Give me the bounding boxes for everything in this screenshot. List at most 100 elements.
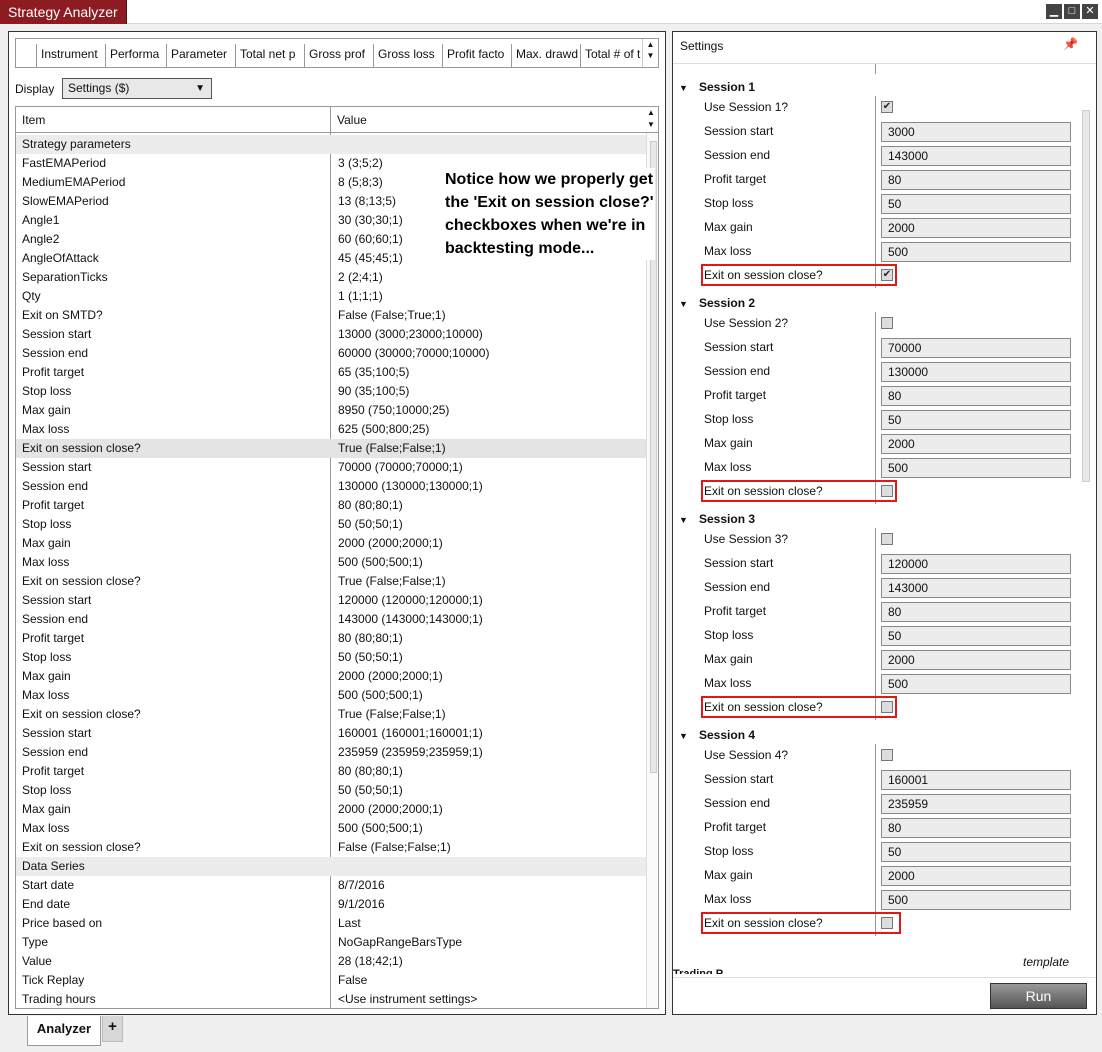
setting-textbox[interactable]: 235959 — [881, 794, 1071, 814]
grid-column-header[interactable]: Instrument — [36, 44, 105, 67]
session-section-header[interactable]: ▼ Session 4 — [679, 728, 755, 742]
use-session-checkbox[interactable]: ✔ — [881, 101, 893, 113]
tab-analyzer[interactable]: Analyzer — [27, 1016, 101, 1046]
triangle-down-icon[interactable]: ▼ — [679, 515, 699, 525]
maximize-icon[interactable]: □ — [1064, 4, 1080, 19]
property-row[interactable]: Exit on SMTD? False (False;True;1) — [16, 306, 646, 325]
setting-textbox[interactable]: 50 — [881, 842, 1071, 862]
run-button[interactable]: Run — [990, 983, 1087, 1009]
setting-textbox[interactable]: 130000 — [881, 362, 1071, 382]
grid-column-header[interactable]: Parameter — [166, 44, 235, 67]
property-row[interactable]: Type NoGapRangeBarsType — [16, 933, 646, 952]
setting-textbox[interactable]: 2000 — [881, 434, 1071, 454]
property-row[interactable]: Exit on session close? True (False;False;… — [16, 439, 646, 458]
session-section-header[interactable]: ▼ Session 1 — [679, 80, 755, 94]
property-row[interactable]: Trading hours <Use instrument settings> — [16, 990, 646, 1008]
setting-textbox[interactable]: 80 — [881, 386, 1071, 406]
category-row[interactable]: Data Series — [16, 857, 646, 876]
property-grid-scrollbar[interactable] — [646, 133, 658, 1008]
property-row[interactable]: Session start 70000 (70000;70000;1) — [16, 458, 646, 477]
session-section-header[interactable]: ▼ Session 3 — [679, 512, 755, 526]
setting-textbox[interactable]: 50 — [881, 194, 1071, 214]
property-row[interactable]: Exit on session close? True (False;False;… — [16, 572, 646, 591]
setting-textbox[interactable]: 50 — [881, 626, 1071, 646]
property-row[interactable]: SeparationTicks 2 (2;4;1) — [16, 268, 646, 287]
property-row[interactable]: Profit target 80 (80;80;1) — [16, 629, 646, 648]
use-session-checkbox[interactable] — [881, 317, 893, 329]
property-row[interactable]: Max loss 625 (500;800;25) — [16, 420, 646, 439]
column-header-value[interactable]: Value — [337, 113, 367, 127]
pin-icon[interactable]: 📌 — [1063, 37, 1078, 51]
property-row[interactable]: Max loss 500 (500;500;1) — [16, 819, 646, 838]
property-row[interactable]: Profit target 65 (35;100;5) — [16, 363, 646, 382]
grid-column-header[interactable]: Max. drawd — [511, 44, 580, 67]
use-session-checkbox[interactable] — [881, 749, 893, 761]
column-divider[interactable] — [330, 107, 331, 133]
grid-column-header[interactable]: Total net p — [235, 44, 304, 67]
property-row[interactable]: Exit on session close? True (False;False;… — [16, 705, 646, 724]
property-row[interactable]: Price based on Last — [16, 914, 646, 933]
property-row[interactable]: Exit on session close? False (False;False… — [16, 838, 646, 857]
property-row[interactable]: Stop loss 50 (50;50;1) — [16, 515, 646, 534]
setting-textbox[interactable]: 80 — [881, 602, 1071, 622]
setting-textbox[interactable]: 160001 — [881, 770, 1071, 790]
setting-textbox[interactable]: 70000 — [881, 338, 1071, 358]
property-row[interactable]: Max gain 2000 (2000;2000;1) — [16, 534, 646, 553]
setting-textbox[interactable]: 2000 — [881, 218, 1071, 238]
category-row[interactable]: Strategy parameters — [16, 135, 646, 154]
property-row[interactable]: Tick Replay False — [16, 971, 646, 990]
property-row[interactable]: Session end 130000 (130000;130000;1) — [16, 477, 646, 496]
setting-textbox[interactable]: 143000 — [881, 578, 1071, 598]
property-row[interactable]: Session end 60000 (30000;70000;10000) — [16, 344, 646, 363]
grid-scroll-arrows-icon[interactable]: ▲ ▼ — [642, 39, 658, 67]
header-scroll-arrows-icon[interactable]: ▲ ▼ — [644, 107, 658, 131]
property-row[interactable]: Session end 143000 (143000;143000;1) — [16, 610, 646, 629]
property-row[interactable]: Stop loss 50 (50;50;1) — [16, 648, 646, 667]
property-row[interactable]: Session start 120000 (120000;120000;1) — [16, 591, 646, 610]
setting-textbox[interactable]: 500 — [881, 458, 1071, 478]
add-tab-button[interactable]: + — [102, 1016, 123, 1042]
property-row[interactable]: Profit target 80 (80;80;1) — [16, 762, 646, 781]
property-row[interactable]: Max loss 500 (500;500;1) — [16, 686, 646, 705]
property-row[interactable]: Max gain 2000 (2000;2000;1) — [16, 667, 646, 686]
property-row[interactable]: Session start 160001 (160001;160001;1) — [16, 724, 646, 743]
property-row[interactable]: Stop loss 50 (50;50;1) — [16, 781, 646, 800]
property-row[interactable]: Session start 13000 (3000;23000;10000) — [16, 325, 646, 344]
minimize-icon[interactable]: ▁ — [1046, 4, 1062, 19]
property-row[interactable]: End date 9/1/2016 — [16, 895, 646, 914]
grid-column-header[interactable]: Profit facto — [442, 44, 511, 67]
property-row[interactable]: Value 28 (18;42;1) — [16, 952, 646, 971]
setting-textbox[interactable]: 500 — [881, 242, 1071, 262]
property-row[interactable]: Start date 8/7/2016 — [16, 876, 646, 895]
setting-textbox[interactable]: 120000 — [881, 554, 1071, 574]
display-select[interactable]: Settings ($) ▼ — [62, 78, 212, 99]
setting-textbox[interactable]: 500 — [881, 674, 1071, 694]
property-row[interactable]: Qty 1 (1;1;1) — [16, 287, 646, 306]
grid-column-header[interactable]: Gross prof — [304, 44, 373, 67]
property-row[interactable]: Max gain 8950 (750;10000;25) — [16, 401, 646, 420]
scrollbar-thumb[interactable] — [1082, 110, 1090, 482]
property-row[interactable]: Max loss 500 (500;500;1) — [16, 553, 646, 572]
property-row[interactable]: Session end 235959 (235959;235959;1) — [16, 743, 646, 762]
triangle-down-icon[interactable]: ▼ — [679, 731, 699, 741]
grid-column-header[interactable]: Performa — [105, 44, 174, 67]
session-section-header[interactable]: ▼ Session 2 — [679, 296, 755, 310]
grid-column-header[interactable]: Gross loss — [373, 44, 442, 67]
settings-scrollbar[interactable] — [1079, 64, 1092, 974]
template-link[interactable]: template — [1023, 955, 1069, 969]
setting-textbox[interactable]: 2000 — [881, 650, 1071, 670]
close-icon[interactable]: ✕ — [1082, 4, 1098, 19]
setting-textbox[interactable]: 143000 — [881, 146, 1071, 166]
setting-textbox[interactable]: 2000 — [881, 866, 1071, 886]
column-header-item[interactable]: Item — [22, 113, 45, 127]
setting-textbox[interactable]: 80 — [881, 170, 1071, 190]
setting-textbox[interactable]: 3000 — [881, 122, 1071, 142]
setting-textbox[interactable]: 500 — [881, 890, 1071, 910]
property-row[interactable]: Profit target 80 (80;80;1) — [16, 496, 646, 515]
property-row[interactable]: Max gain 2000 (2000;2000;1) — [16, 800, 646, 819]
triangle-down-icon[interactable]: ▼ — [679, 299, 699, 309]
grid-column-header[interactable]: Total # of t — [580, 44, 649, 67]
setting-textbox[interactable]: 50 — [881, 410, 1071, 430]
setting-textbox[interactable]: 80 — [881, 818, 1071, 838]
triangle-down-icon[interactable]: ▼ — [679, 83, 699, 93]
